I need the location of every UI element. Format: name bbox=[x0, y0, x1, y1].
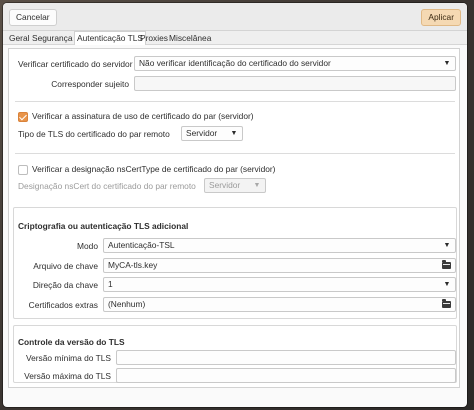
verify-nscert-label: Verificar a designação nsCertType de cer… bbox=[32, 164, 276, 174]
peer-cert-type-value: Servidor bbox=[186, 128, 218, 138]
key-direction-dropdown[interactable]: 1 ▼ bbox=[103, 277, 456, 292]
tab-geral[interactable]: Geral bbox=[9, 32, 29, 44]
match-subject-label: Corresponder sujeito bbox=[51, 79, 129, 89]
key-file-value: MyCA-tls.key bbox=[108, 260, 158, 270]
tls-max-label: Versão máxima do TLS bbox=[24, 371, 111, 381]
nscert-designation-value: Servidor bbox=[209, 180, 241, 190]
tab-content-panel: Verificar certificado do servidor Não ve… bbox=[8, 48, 460, 388]
dialog-titlebar: Cancelar Aplicar bbox=[3, 3, 467, 31]
crypto-section-title: Criptografia ou autenticação TLS adicion… bbox=[18, 221, 189, 231]
verify-cert-dropdown[interactable]: Não verificar identificação do certifica… bbox=[134, 56, 456, 71]
extra-certs-value: (Nenhum) bbox=[108, 299, 146, 309]
mode-dropdown[interactable]: Autenticação-TSL ▼ bbox=[103, 238, 456, 253]
chevron-down-icon: ▼ bbox=[230, 130, 238, 137]
tab-proxies[interactable]: Proxies bbox=[140, 32, 168, 44]
tls-version-section-title: Controle da versão do TLS bbox=[18, 337, 125, 347]
tls-max-input[interactable] bbox=[116, 368, 456, 383]
peer-cert-type-dropdown[interactable]: Servidor ▼ bbox=[181, 126, 243, 141]
mode-label: Modo bbox=[77, 241, 98, 251]
key-file-label: Arquivo de chave bbox=[33, 261, 98, 271]
folder-icon bbox=[442, 299, 451, 308]
key-file-chooser[interactable]: MyCA-tls.key bbox=[103, 258, 456, 273]
key-direction-value: 1 bbox=[108, 279, 113, 289]
divider bbox=[15, 101, 455, 102]
verify-cert-value: Não verificar identificação do certifica… bbox=[139, 58, 331, 68]
key-direction-label: Direção da chave bbox=[32, 280, 98, 290]
peer-cert-type-label: Tipo de TLS do certificado do par remoto bbox=[18, 129, 170, 139]
mode-value: Autenticação-TSL bbox=[108, 240, 175, 250]
nscert-designation-dropdown[interactable]: Servidor ▼ bbox=[204, 178, 266, 193]
match-subject-input[interactable] bbox=[134, 76, 456, 91]
verify-cert-label: Verificar certificado do servidor bbox=[18, 59, 133, 69]
vpn-settings-dialog: Cancelar Aplicar Geral Segurança Autenti… bbox=[3, 3, 467, 407]
verify-usage-label: Verificar a assinatura de uso de certifi… bbox=[32, 111, 254, 121]
tab-bar: Geral Segurança Autenticação TLS Proxies… bbox=[3, 31, 467, 45]
extra-certs-chooser[interactable]: (Nenhum) bbox=[103, 297, 456, 312]
folder-icon bbox=[442, 260, 451, 269]
apply-button[interactable]: Aplicar bbox=[421, 9, 461, 26]
nscert-designation-label: Designação nsCert do certificado do par … bbox=[18, 181, 196, 191]
chevron-down-icon: ▼ bbox=[443, 242, 451, 249]
tls-min-input[interactable] bbox=[116, 350, 456, 365]
tls-min-label: Versão mínima do TLS bbox=[25, 353, 111, 363]
verify-nscert-checkbox[interactable] bbox=[18, 165, 28, 175]
extra-certs-label: Certificados extras bbox=[28, 300, 98, 310]
tab-autenticacao-tls[interactable]: Autenticação TLS bbox=[74, 31, 146, 45]
cancel-button[interactable]: Cancelar bbox=[9, 9, 57, 26]
chevron-down-icon: ▼ bbox=[253, 182, 261, 189]
chevron-down-icon: ▼ bbox=[443, 281, 451, 288]
tab-seguranca[interactable]: Segurança bbox=[32, 32, 73, 44]
tab-miscelanea[interactable]: Miscelânea bbox=[169, 32, 211, 44]
chevron-down-icon: ▼ bbox=[443, 60, 451, 67]
divider bbox=[15, 153, 455, 154]
verify-usage-checkbox[interactable] bbox=[18, 112, 28, 122]
